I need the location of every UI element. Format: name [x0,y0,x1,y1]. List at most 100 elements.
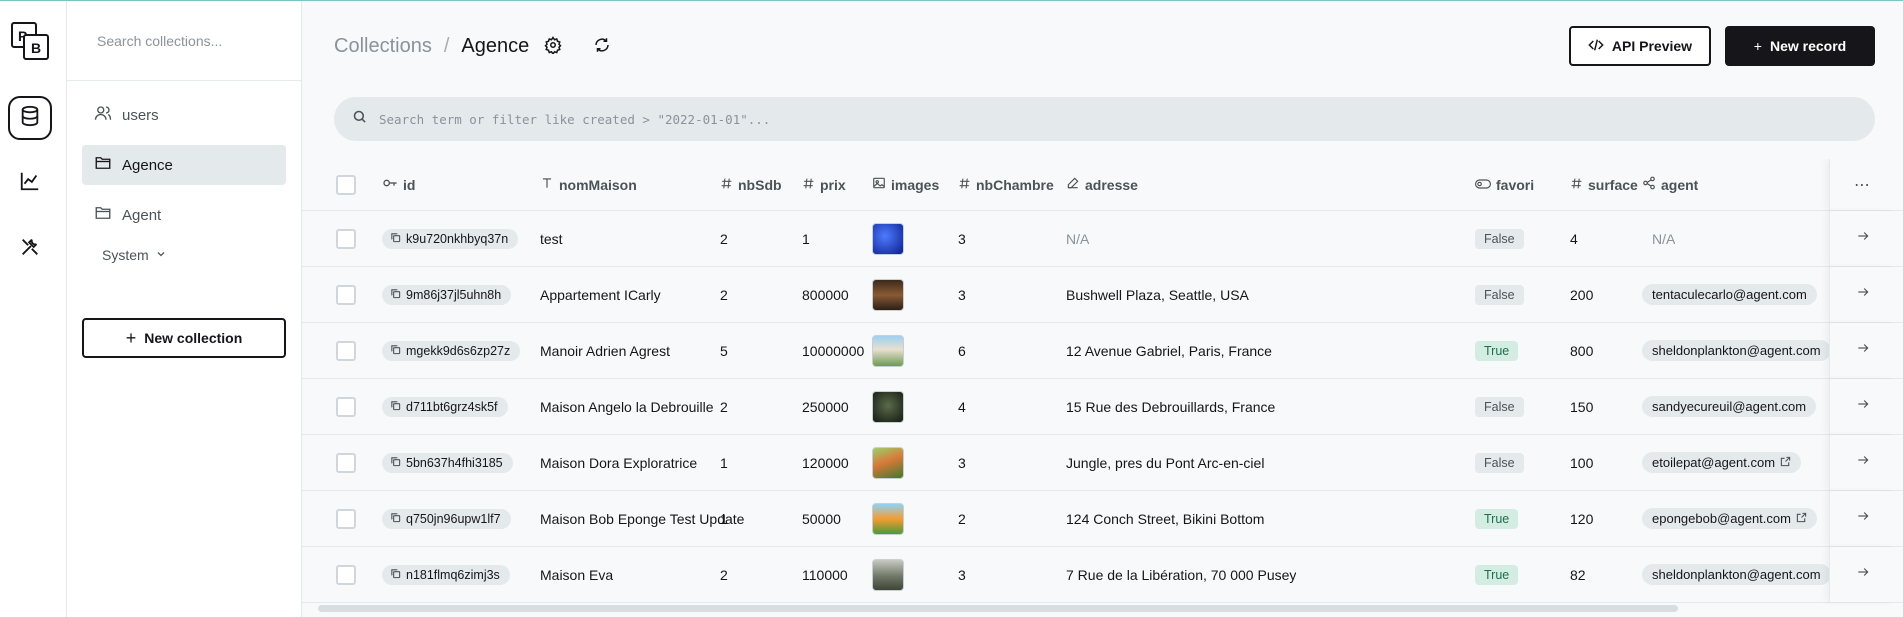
row-select-cell [336,267,356,322]
adresse-cell: N/A [1066,230,1090,247]
row-checkbox[interactable] [336,452,356,473]
prix-cell: 110000 [802,566,848,583]
breadcrumb-collections[interactable]: Collections [334,35,432,58]
row-checkbox[interactable] [336,508,356,529]
row-checkbox[interactable] [336,340,356,361]
nbchambre-cell: 4 [958,398,966,415]
agent-email: etoilepat@agent.com [1652,455,1776,470]
column-header-prix[interactable]: prix [802,159,846,210]
id-pill[interactable]: 9m86j37jl5uhn8h [382,284,512,305]
column-header-adresse[interactable]: adresse [1066,159,1138,210]
api-preview-button[interactable]: API Preview [1569,26,1711,66]
table-header-row: id nomMaison nbSdb prix images nbChambre [302,159,1903,211]
open-record-button[interactable] [1829,435,1895,490]
column-header-id[interactable]: id [382,159,415,210]
open-record-button[interactable] [1829,491,1895,546]
copy-icon [390,288,406,302]
id-cell: mgekk9d6s6zp27z [382,323,521,378]
open-record-button[interactable] [1829,267,1895,322]
copy-icon [390,456,406,470]
text-type-icon [540,176,559,193]
collection-item-agence[interactable]: Agence [82,145,286,185]
row-checkbox[interactable] [336,396,356,417]
table-row[interactable]: n181flmq6zimj3s Maison Eva 2 110000 3 7 … [302,547,1903,603]
record-id: k9u720nkhbyq37n [406,231,509,246]
record-id: d711bt6grz4sk5f [406,399,498,414]
id-pill[interactable]: k9u720nkhbyq37n [382,228,519,249]
table-row[interactable]: k9u720nkhbyq37n test 2 1 3 N/A False 4 N… [302,211,1903,267]
table-row[interactable]: 9m86j37jl5uhn8h Appartement ICarly 2 800… [302,267,1903,323]
agent-relation-pill[interactable]: sandyecureuil@agent.com [1642,396,1817,417]
surface-cell: 120 [1570,510,1594,527]
collection-settings-button[interactable] [542,35,564,58]
settings-nav-button[interactable] [8,227,52,271]
row-checkbox[interactable] [336,228,356,249]
column-header-nbsdb[interactable]: nbSdb [720,159,782,210]
record-id: q750jn96upw1lf7 [406,511,501,526]
collection-item-agent[interactable]: Agent [82,195,286,235]
record-id: 5bn637h4fhi3185 [406,455,503,470]
nbchambre-cell: 2 [958,510,966,527]
collection-item-users[interactable]: users [82,95,286,135]
nbchambre-cell: 3 [958,566,966,583]
row-select-cell [336,435,356,490]
house-image-thumbnail[interactable] [872,222,904,255]
id-pill[interactable]: n181flmq6zimj3s [382,564,510,585]
house-image-thumbnail[interactable] [872,558,904,591]
house-image-thumbnail[interactable] [872,502,904,535]
nbchambre-cell: 3 [958,454,966,471]
column-header-surface[interactable]: surface [1570,159,1638,210]
id-pill[interactable]: mgekk9d6s6zp27z [382,340,521,361]
nbchambre-cell: 6 [958,342,966,359]
id-pill[interactable]: q750jn96upw1lf7 [382,508,511,529]
new-record-button[interactable]: + New record [1725,26,1875,66]
copy-icon [390,568,406,582]
agent-relation-pill[interactable]: epongebob@agent.com [1642,508,1817,529]
table-row[interactable]: 5bn637h4fhi3185 Maison Dora Exploratrice… [302,435,1903,491]
agent-relation-pill[interactable]: etoilepat@agent.com [1642,452,1802,473]
nbsdb-cell: 2 [720,230,728,247]
search-collections-input[interactable] [97,32,277,49]
agent-relation-pill[interactable]: sheldonplankton@agent.com [1642,564,1829,585]
table-row[interactable]: mgekk9d6s6zp27z Manoir Adrien Agrest 5 1… [302,323,1903,379]
agent-relation-pill[interactable]: sheldonplankton@agent.com [1642,340,1829,361]
column-header-agent[interactable]: agent [1642,159,1698,210]
column-header-nommaison[interactable]: nomMaison [540,159,637,210]
house-image-thumbnail[interactable] [872,446,904,479]
id-cell: q750jn96upw1lf7 [382,491,511,546]
open-record-button[interactable] [1829,379,1895,434]
column-label: favori [1496,176,1535,193]
records-filter-input[interactable] [379,111,1779,127]
pocketbase-logo[interactable]: P B [10,21,50,61]
select-all-checkbox[interactable] [336,174,356,195]
house-image-thumbnail[interactable] [872,390,904,423]
scrollbar-thumb[interactable] [318,605,1678,612]
column-header-favori[interactable]: favori [1475,159,1534,210]
house-image-thumbnail[interactable] [872,334,904,367]
new-collection-button[interactable]: + New collection [82,318,286,358]
open-record-button[interactable] [1829,547,1895,602]
id-pill[interactable]: d711bt6grz4sk5f [382,396,508,417]
house-image-thumbnail[interactable] [872,278,904,311]
open-record-button[interactable] [1829,211,1895,266]
column-header-images[interactable]: images [872,159,939,210]
row-checkbox[interactable] [336,284,356,305]
system-toggle[interactable]: System [102,247,286,263]
nbsdb-cell: 1 [720,510,728,527]
horizontal-scrollbar[interactable] [310,605,1875,613]
search-icon [352,109,367,129]
table-row[interactable]: q750jn96upw1lf7 Maison Bob Eponge Test U… [302,491,1903,547]
refresh-button[interactable] [591,36,613,58]
record-id: n181flmq6zimj3s [406,567,500,582]
collections-nav-button[interactable] [8,96,52,140]
row-checkbox[interactable] [336,564,356,585]
logs-nav-button[interactable] [8,161,52,205]
copy-icon [390,512,406,526]
id-pill[interactable]: 5bn637h4fhi3185 [382,452,513,473]
columns-menu-button[interactable]: ⋯ [1829,159,1895,210]
table-row[interactable]: d711bt6grz4sk5f Maison Angelo la Debroui… [302,379,1903,435]
open-record-button[interactable] [1829,323,1895,378]
column-header-nbchambre[interactable]: nbChambre [958,159,1054,210]
agent-relation-pill[interactable]: tentaculecarlo@agent.com [1642,284,1817,305]
column-label: surface [1588,176,1638,193]
